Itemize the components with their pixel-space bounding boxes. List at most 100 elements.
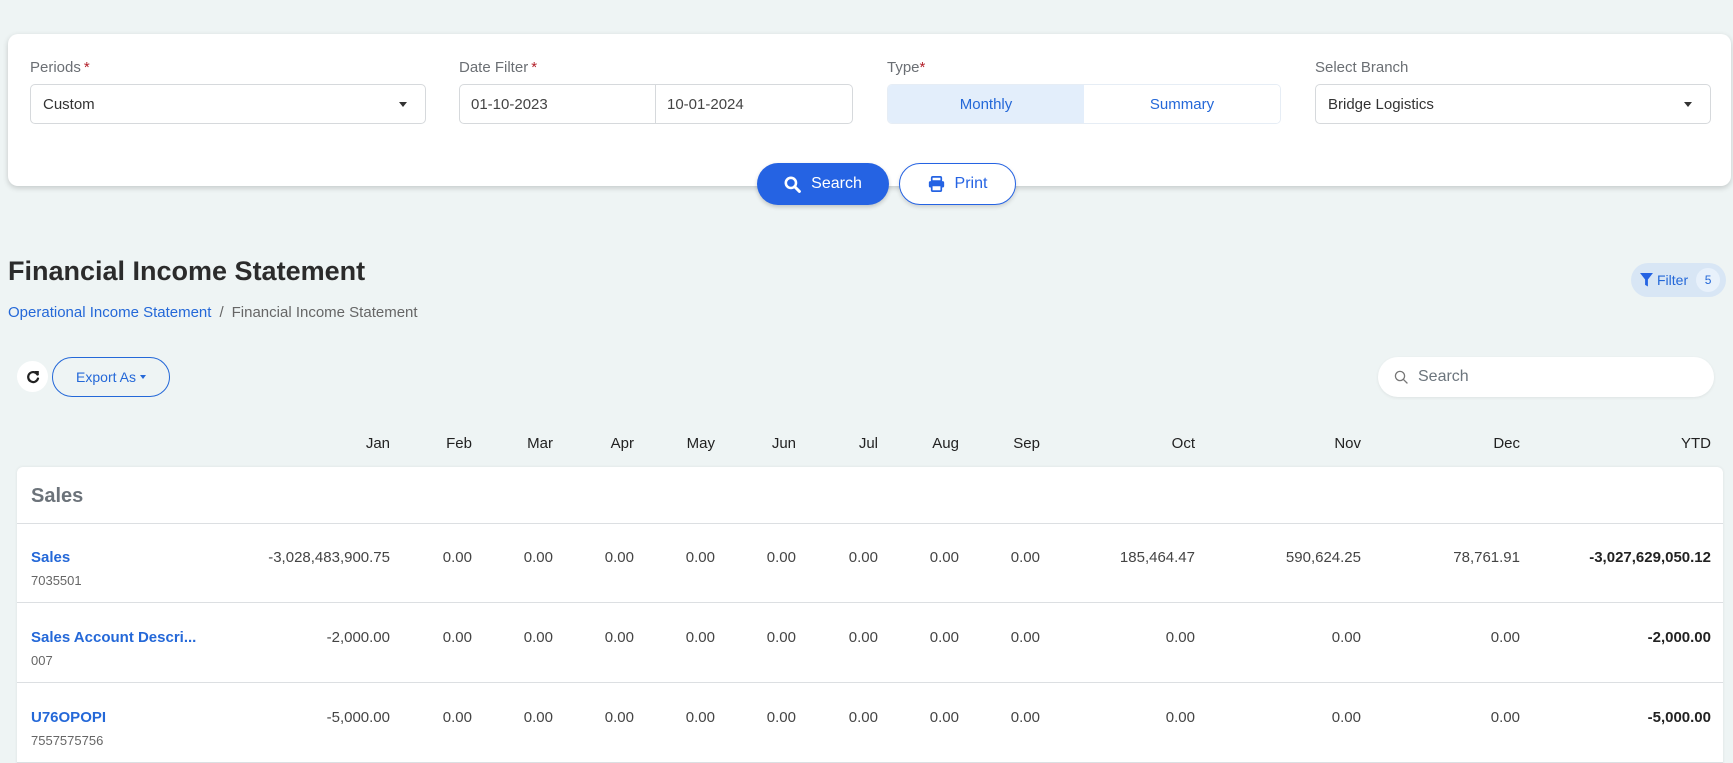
column-header-apr: Apr	[610, 435, 634, 452]
column-header-mar: Mar	[527, 435, 553, 452]
cell-feb: 0.00	[442, 629, 472, 646]
date-filter-field: Date Filter * 01-10-2023 10-01-2024	[459, 58, 853, 124]
account-code: 7557575756	[31, 733, 104, 748]
cell-ytd: -2,000.00	[1647, 629, 1711, 646]
cell-apr: 0.00	[604, 549, 634, 566]
date-to-input[interactable]: 10-01-2024	[656, 84, 853, 124]
filter-button-label: Filter	[1657, 272, 1689, 288]
cell-jan: -2,000.00	[326, 629, 390, 646]
periods-field: Periods * Custom	[30, 58, 426, 124]
breadcrumb-separator: /	[219, 304, 224, 321]
cell-jan: -3,028,483,900.75	[268, 549, 390, 566]
type-summary-option[interactable]: Summary	[1084, 85, 1280, 123]
cell-aug: 0.00	[929, 709, 959, 726]
date-from-input[interactable]: 01-10-2023	[459, 84, 656, 124]
branch-value: Bridge Logistics	[1328, 95, 1434, 113]
account-code: 7035501	[31, 573, 82, 588]
required-marker: *	[919, 59, 926, 76]
refresh-icon	[26, 370, 39, 383]
required-marker: *	[531, 59, 538, 76]
filter-button[interactable]: Filter 5	[1631, 263, 1726, 297]
type-label: Type*	[887, 59, 926, 76]
row-divider	[17, 602, 1723, 603]
account-name-link[interactable]: Sales Account Descri...	[31, 629, 196, 646]
account-name-link[interactable]: U76OPOPI	[31, 709, 106, 726]
cell-dec: 78,761.91	[1453, 549, 1520, 566]
column-header-jul: Jul	[858, 435, 878, 452]
export-as-label: Export As	[76, 369, 136, 385]
cell-mar: 0.00	[523, 549, 553, 566]
export-as-dropdown[interactable]: Export As	[52, 357, 170, 397]
cell-apr: 0.00	[604, 629, 634, 646]
cell-nov: 590,624.25	[1285, 549, 1361, 566]
search-button[interactable]: Search	[757, 163, 889, 205]
cell-sep: 0.00	[1010, 629, 1040, 646]
account-name-link[interactable]: Sales	[31, 549, 70, 566]
cell-jun: 0.00	[766, 709, 796, 726]
printer-icon	[928, 176, 944, 192]
table-search-input[interactable]: Search	[1378, 357, 1714, 397]
page-title: Financial Income Statement	[8, 256, 366, 286]
type-field: Type* Monthly Summary	[887, 58, 1281, 124]
cell-jun: 0.00	[766, 549, 796, 566]
search-button-label: Search	[811, 175, 862, 192]
cell-jul: 0.00	[848, 549, 878, 566]
breadcrumb: Operational Income Statement / Financial…	[8, 304, 418, 321]
column-header-may: May	[686, 435, 715, 452]
cell-may: 0.00	[685, 549, 715, 566]
cell-may: 0.00	[685, 629, 715, 646]
cell-sep: 0.00	[1010, 709, 1040, 726]
print-button-label: Print	[954, 175, 988, 192]
cell-apr: 0.00	[604, 709, 634, 726]
breadcrumb-operational-income[interactable]: Operational Income Statement	[8, 304, 211, 321]
cell-sep: 0.00	[1010, 549, 1040, 566]
cell-dec: 0.00	[1490, 709, 1520, 726]
branch-field: Select Branch Bridge Logistics	[1315, 58, 1711, 124]
cell-dec: 0.00	[1490, 629, 1520, 646]
branch-label: Select Branch	[1315, 59, 1409, 76]
cell-feb: 0.00	[442, 709, 472, 726]
column-header-ytd: YTD	[1681, 435, 1711, 452]
column-header-jun: Jun	[771, 435, 796, 452]
cell-jul: 0.00	[848, 629, 878, 646]
cell-aug: 0.00	[929, 549, 959, 566]
column-header-nov: Nov	[1334, 435, 1361, 452]
column-header-dec: Dec	[1493, 435, 1520, 452]
chevron-down-icon	[1684, 101, 1692, 107]
branch-select[interactable]: Bridge Logistics	[1315, 84, 1711, 124]
cell-jan: -5,000.00	[326, 709, 390, 726]
column-header-feb: Feb	[446, 435, 472, 452]
cell-ytd: -3,027,629,050.12	[1589, 549, 1711, 566]
periods-label: Periods *	[30, 59, 90, 76]
caret-down-icon	[139, 375, 146, 379]
search-placeholder: Search	[1418, 368, 1469, 385]
search-icon	[784, 176, 802, 193]
print-button[interactable]: Print	[899, 163, 1016, 205]
cell-oct: 185,464.47	[1119, 549, 1195, 566]
cell-aug: 0.00	[929, 629, 959, 646]
funnel-icon	[1640, 273, 1653, 287]
cell-nov: 0.00	[1331, 709, 1361, 726]
cell-feb: 0.00	[442, 549, 472, 566]
periods-select[interactable]: Custom	[30, 84, 426, 124]
required-marker: *	[83, 59, 90, 76]
column-header-sep: Sep	[1013, 435, 1040, 452]
column-header-oct: Oct	[1171, 435, 1195, 452]
cell-oct: 0.00	[1165, 629, 1195, 646]
cell-ytd: -5,000.00	[1647, 709, 1711, 726]
cell-may: 0.00	[685, 709, 715, 726]
filter-count-badge: 5	[1696, 268, 1721, 292]
refresh-button[interactable]	[17, 361, 48, 392]
date-filter-label: Date Filter *	[459, 59, 538, 76]
income-statement-table: Sales Sales 7035501 -3,028,483,900.75 0.00 0…	[17, 467, 1723, 763]
type-monthly-option[interactable]: Monthly	[888, 85, 1084, 123]
cell-mar: 0.00	[523, 709, 553, 726]
search-icon	[1394, 370, 1408, 384]
column-header-aug: Aug	[932, 435, 959, 452]
chevron-down-icon	[399, 101, 407, 107]
section-title-sales: Sales	[31, 485, 84, 507]
type-toggle: Monthly Summary	[887, 84, 1281, 124]
cell-nov: 0.00	[1331, 629, 1361, 646]
cell-jun: 0.00	[766, 629, 796, 646]
row-divider	[17, 523, 1723, 524]
